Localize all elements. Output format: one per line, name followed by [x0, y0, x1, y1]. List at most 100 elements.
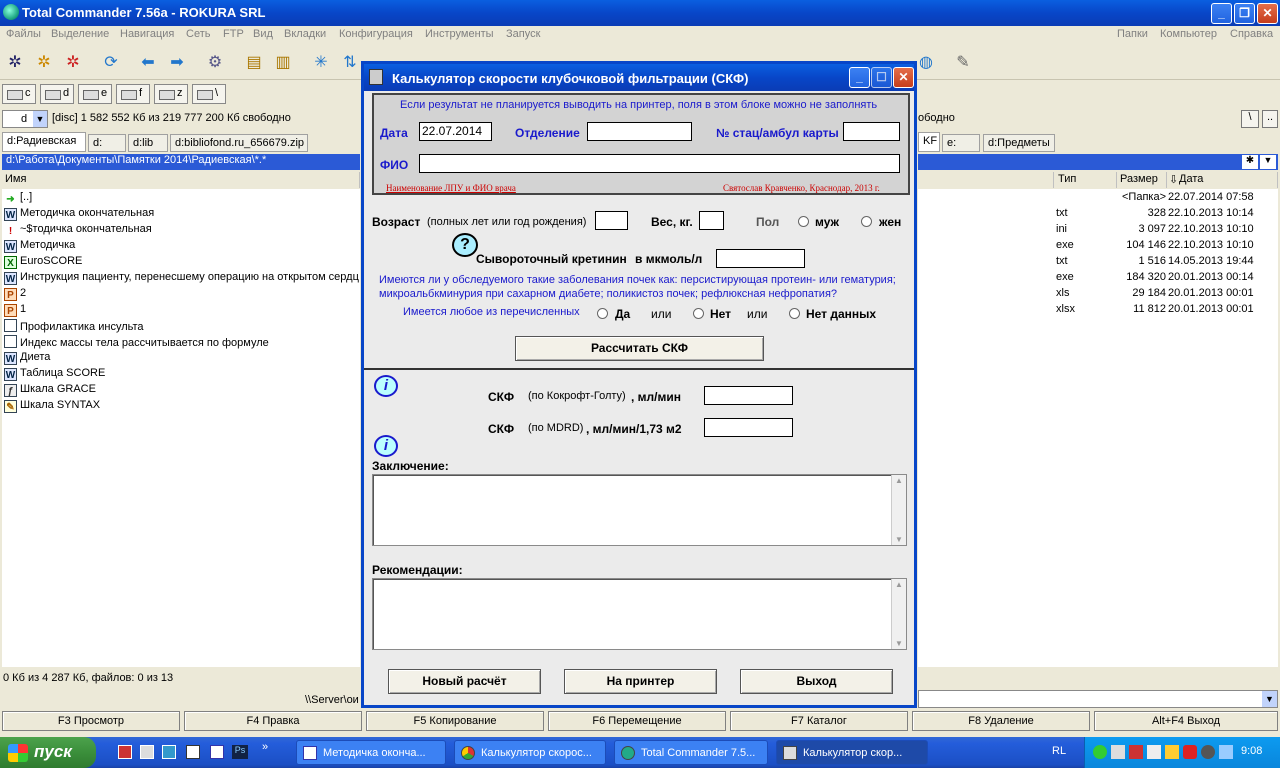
card-number-input[interactable] [843, 122, 900, 141]
date-input[interactable]: 22.07.2014 [419, 122, 492, 141]
forward-arrow-icon[interactable]: ➡ [168, 54, 186, 72]
drive-d-button[interactable]: d [40, 84, 74, 104]
file-row[interactable]: W Диета [4, 351, 50, 367]
settings-icon[interactable]: ✲ [35, 54, 53, 72]
file-row[interactable]: W Инструкция пациенту, перенесшему операц… [4, 271, 359, 287]
file-row[interactable]: txt 1 516 14.05.2013 19:44 [1056, 255, 1278, 271]
clock[interactable]: 9:08 [1241, 745, 1262, 757]
file-row[interactable]: <Папка> 22.07.2014 07:58 [1056, 191, 1278, 207]
tray-icon[interactable] [1165, 745, 1179, 759]
refresh-icon[interactable]: ⟳ [102, 54, 120, 72]
department-input[interactable] [587, 122, 692, 141]
quicklaunch-icon[interactable] [140, 745, 154, 759]
menu-folders[interactable]: Папки [1117, 28, 1148, 40]
file-row[interactable]: X EuroSCORE [4, 255, 82, 271]
menu-ftp[interactable]: FTP [223, 28, 244, 40]
tab-bibliofond[interactable]: d:bibliofond.ru_656679.zip [170, 134, 308, 152]
question-icon[interactable]: ? [452, 233, 478, 257]
tray-icon[interactable] [1201, 745, 1215, 759]
left-drive-select[interactable]: d ▼ [2, 110, 48, 128]
shield-icon[interactable] [1183, 745, 1197, 759]
exit-button[interactable]: Выход [740, 669, 893, 694]
file-row[interactable]: ini 3 097 22.10.2013 10:10 [1056, 223, 1278, 239]
menu-computer[interactable]: Компьютер [1160, 28, 1217, 40]
kidney-no-radio[interactable] [693, 308, 704, 319]
file-row[interactable]: ➜ [..] [4, 191, 32, 207]
weight-input[interactable] [699, 211, 724, 230]
f7-mkdir-button[interactable]: F7 Каталог [730, 711, 908, 731]
fio-input[interactable] [419, 154, 900, 173]
more-chevron-icon[interactable]: » [262, 741, 268, 753]
right-path-bar[interactable]: ✱ ▼ [918, 154, 1278, 170]
calculate-gfr-button[interactable]: Рассчитать СКФ [515, 336, 764, 361]
file-row[interactable]: xls 29 184 20.01.2013 00:01 [1056, 287, 1278, 303]
f5-copy-button[interactable]: F5 Копирование [366, 711, 544, 731]
f3-view-button[interactable]: F3 Просмотр [2, 711, 180, 731]
left-path-bar[interactable]: d:\Работа\Документы\Памятки 2014\Радиевс… [2, 154, 360, 170]
speaker-icon[interactable] [1219, 745, 1233, 759]
column-type[interactable]: Тип [1055, 172, 1117, 188]
recommendations-textarea[interactable] [372, 578, 907, 650]
info-icon[interactable]: i [374, 435, 398, 457]
chevron-down-icon[interactable]: ▼ [1260, 155, 1276, 169]
close-button[interactable]: ✕ [1257, 3, 1278, 24]
tab-e[interactable]: e: [942, 134, 980, 152]
minimize-button[interactable]: _ [1211, 3, 1232, 24]
file-row[interactable]: xlsx 11 812 20.01.2013 00:01 [1056, 303, 1278, 319]
quicklaunch-icon[interactable] [118, 745, 132, 759]
word-quicklaunch-icon[interactable] [210, 745, 224, 759]
tray-icon[interactable] [1129, 745, 1143, 759]
file-row[interactable]: Индекс массы тела рассчитывается по форм… [4, 335, 269, 351]
tab-kf[interactable]: KF [918, 132, 940, 152]
conclusion-scrollbar[interactable] [891, 475, 906, 545]
age-input[interactable] [595, 211, 628, 230]
settings-icon[interactable]: ✲ [64, 54, 82, 72]
tab-radievskaya[interactable]: d:Радиевская [2, 132, 86, 152]
maximize-button[interactable]: ❐ [1234, 3, 1255, 24]
recommendations-scrollbar[interactable] [891, 579, 906, 649]
menu-view[interactable]: Вид [253, 28, 273, 40]
file-row[interactable]: Профилактика инсульта [4, 319, 144, 335]
menu-config[interactable]: Конфигурация [339, 28, 413, 40]
creatinine-input[interactable] [716, 249, 805, 268]
menu-tools[interactable]: Инструменты [425, 28, 494, 40]
tool-icon[interactable]: ✎ [954, 54, 972, 72]
file-row[interactable]: exe 184 320 20.01.2013 00:14 [1056, 271, 1278, 287]
menu-start[interactable]: Запуск [506, 28, 540, 40]
conclusion-textarea[interactable] [372, 474, 907, 546]
tray-icon[interactable] [1111, 745, 1125, 759]
f4-edit-button[interactable]: F4 Правка [184, 711, 362, 731]
file-row[interactable]: ƒ Шкала GRACE [4, 383, 96, 399]
new-calculation-button[interactable]: Новый расчёт [388, 669, 541, 694]
select-icon[interactable]: ✳ [312, 54, 330, 72]
photoshop-icon[interactable]: Ps [232, 745, 248, 759]
task-calculator-chrome[interactable]: Калькулятор скорос... [454, 740, 606, 765]
star-icon[interactable]: ✱ [1242, 155, 1258, 169]
menu-tabs[interactable]: Вкладки [284, 28, 326, 40]
calc-close-button[interactable]: ✕ [893, 67, 914, 88]
drive-e-button[interactable]: e [78, 84, 112, 104]
pack-icon[interactable]: ▤ [245, 54, 263, 72]
settings-icon[interactable]: ✲ [6, 54, 24, 72]
menu-network[interactable]: Сеть [186, 28, 210, 40]
column-date[interactable]: ⇩ Дата [1167, 172, 1278, 188]
quicklaunch-icon[interactable] [162, 745, 176, 759]
info-icon[interactable]: i [374, 375, 398, 397]
quicklaunch-icon[interactable] [186, 745, 200, 759]
command-line-input[interactable]: ▼ [918, 690, 1278, 708]
file-row[interactable]: P2 [4, 287, 26, 303]
file-row[interactable]: txt 328 22.10.2013 10:14 [1056, 207, 1278, 223]
sex-male-radio[interactable] [798, 216, 809, 227]
menu-files[interactable]: Файлы [6, 28, 41, 40]
file-row[interactable]: W Методичка [4, 239, 75, 255]
sex-female-radio[interactable] [861, 216, 872, 227]
chevron-down-icon[interactable]: ▼ [1262, 691, 1277, 707]
f6-move-button[interactable]: F6 Перемещение [548, 711, 726, 731]
file-row[interactable]: P1 [4, 303, 26, 319]
root-button[interactable]: \ [1241, 110, 1259, 128]
tab-lib[interactable]: d:lib [128, 134, 168, 152]
calc-maximize-button[interactable]: ☐ [871, 67, 892, 88]
tray-icon[interactable] [1093, 745, 1107, 759]
kidney-yes-radio[interactable] [597, 308, 608, 319]
task-total-commander[interactable]: Total Commander 7.5... [614, 740, 768, 765]
